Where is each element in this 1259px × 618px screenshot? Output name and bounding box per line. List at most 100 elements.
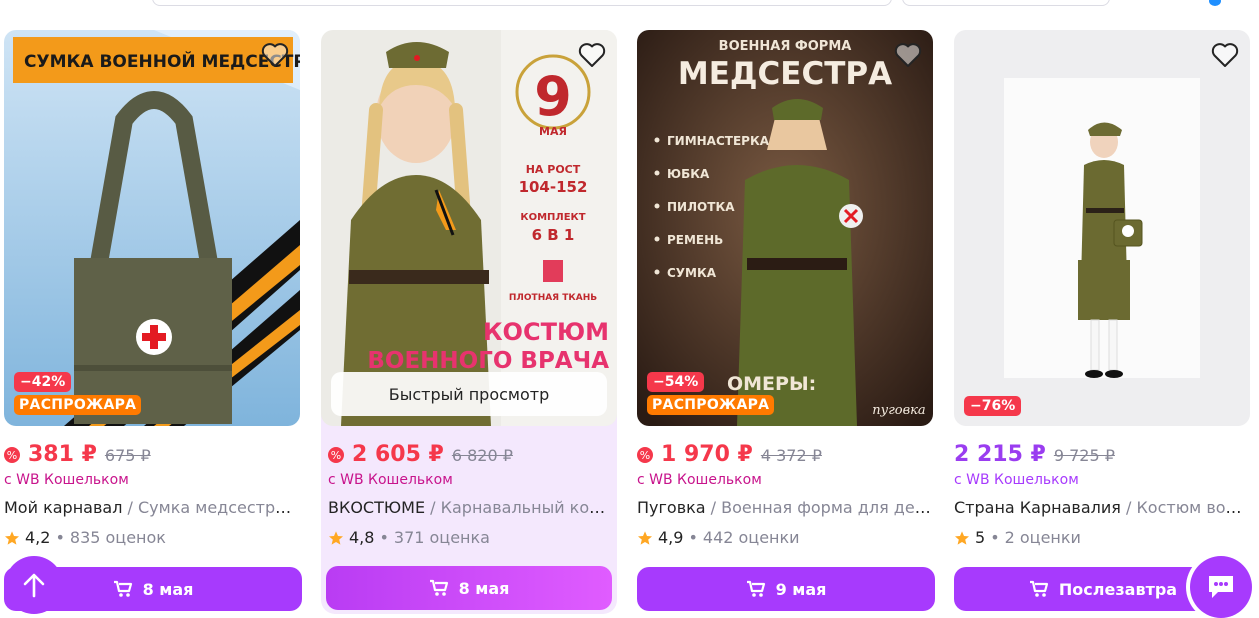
headline-line-2: ВОЕННОГО ВРАЧА bbox=[367, 348, 609, 374]
chat-button[interactable] bbox=[1190, 556, 1252, 618]
rating-row: 4,9 • 442 оценки bbox=[637, 528, 800, 547]
add-to-favorites-button[interactable] bbox=[893, 40, 923, 70]
product-photo-bag: СУМКА ВОЕННОЙ МЕДСЕСТРЫ bbox=[4, 30, 300, 426]
photo-caption: СУМКА ВОЕННОЙ МЕДСЕСТРЫ bbox=[24, 50, 300, 72]
star-icon bbox=[5, 530, 19, 545]
add-to-cart-button[interactable]: 8 мая bbox=[326, 566, 612, 610]
wallet-note: с WB Кошельком bbox=[637, 472, 762, 488]
wb-wallet-icon: % bbox=[328, 446, 344, 463]
product-photo[interactable]: −76% bbox=[954, 30, 1250, 426]
heart-outline-icon bbox=[578, 43, 606, 67]
sale-badge: РАСПРОЖАРА bbox=[14, 395, 142, 415]
rating-value: 4,8 bbox=[349, 528, 375, 547]
photo-partial-text: ОМЕРЫ: bbox=[727, 373, 816, 395]
product-title[interactable]: Страна Карнавалия / Костюм военной медсе… bbox=[954, 498, 1250, 517]
photo-headline: МЕДСЕСТРА bbox=[678, 56, 892, 92]
discount-badge: −42% bbox=[14, 372, 72, 392]
product-photo-uniform: ВОЕННАЯ ФОРМА МЕДСЕСТРА ГИМНАСТЕРКА ЮБКА… bbox=[637, 30, 933, 426]
add-to-favorites-button[interactable] bbox=[1210, 40, 1240, 70]
chat-icon bbox=[1209, 576, 1233, 598]
price: 1 970 ₽ bbox=[661, 442, 753, 467]
product-card[interactable]: 9 МАЯ НА РОСТ 104-152 КОМПЛЕКТ 6 В 1 ПЛО… bbox=[321, 30, 617, 614]
product-photo-girl-costume bbox=[954, 30, 1250, 426]
product-title[interactable]: Пуговка / Военная форма для девочки bbox=[637, 498, 933, 517]
list-item: ЮБКА bbox=[667, 167, 710, 181]
rating-value: 4,9 bbox=[658, 528, 684, 547]
wallet-note: с WB Кошельком bbox=[4, 472, 129, 488]
product-photo[interactable]: СУМКА ВОЕННОЙ МЕДСЕСТРЫ −42% РАСПРОЖАРА bbox=[4, 30, 300, 426]
product-name: Костюм военной медсестры bbox=[1136, 498, 1250, 517]
wallet-note: с WB Кошельком bbox=[954, 472, 1079, 488]
product-name: Военная форма для девочки bbox=[721, 498, 933, 517]
wallet-note: с WB Кошельком bbox=[328, 472, 453, 488]
price-row: % 2 605 ₽ 6 820 ₽ bbox=[328, 442, 513, 467]
headline-line-1: КОСТЮМ bbox=[483, 318, 609, 346]
photo-subtitle: ВОЕННАЯ ФОРМА bbox=[719, 39, 852, 54]
delivery-date: Послезавтра bbox=[1058, 579, 1178, 599]
discount-badge: −76% bbox=[964, 396, 1022, 416]
rating-value: 4,2 bbox=[25, 528, 51, 547]
discount-badge: −54% bbox=[647, 372, 705, 392]
product-title[interactable]: Мой карнавал / Сумка медсестры военная bbox=[4, 498, 300, 517]
old-price: 675 ₽ bbox=[104, 446, 151, 465]
old-price: 6 820 ₽ bbox=[451, 446, 513, 465]
set-value: 6 В 1 bbox=[532, 226, 575, 244]
brand-name: ВКОСТЮМЕ bbox=[328, 498, 426, 517]
scroll-to-top-button[interactable] bbox=[5, 556, 63, 614]
add-to-cart-button[interactable]: 9 мая bbox=[637, 567, 935, 611]
product-photo-costume: 9 МАЯ НА РОСТ 104-152 КОМПЛЕКТ 6 В 1 ПЛО… bbox=[321, 30, 617, 426]
search-bar[interactable] bbox=[152, 0, 892, 6]
brand-name: Пуговка bbox=[637, 498, 706, 517]
price-row: % 381 ₽ 675 ₽ bbox=[4, 442, 151, 467]
sale-badge: РАСПРОЖАРА bbox=[647, 395, 775, 415]
price: 381 ₽ bbox=[28, 442, 97, 467]
brand-name: Мой карнавал bbox=[4, 498, 123, 517]
heart-outline-icon bbox=[261, 43, 289, 67]
cart-icon bbox=[429, 579, 448, 596]
wb-wallet-icon: % bbox=[4, 446, 20, 463]
price-row: % 1 970 ₽ 4 372 ₽ bbox=[637, 442, 822, 467]
product-card[interactable]: −76% 2 215 ₽ 9 725 ₽ с WB Кошельком Стра… bbox=[954, 30, 1254, 614]
emblem-month: МАЯ bbox=[539, 125, 567, 138]
fabric-note: ПЛОТНАЯ ТКАНЬ bbox=[509, 293, 597, 303]
add-to-favorites-button[interactable] bbox=[260, 40, 290, 70]
rating-row: 4,2 • 835 оценок bbox=[4, 528, 166, 547]
svg-text:%: % bbox=[7, 449, 17, 462]
quick-view-button[interactable]: Быстрый просмотр bbox=[331, 372, 607, 416]
star-icon bbox=[955, 530, 969, 545]
product-title[interactable]: ВКОСТЮМЕ / Карнавальный костюм bbox=[328, 498, 612, 517]
list-item: ГИМНАСТЕРКА bbox=[667, 134, 770, 148]
svg-text:%: % bbox=[331, 449, 341, 462]
arrow-up-icon bbox=[23, 573, 45, 598]
cart-icon bbox=[746, 580, 765, 597]
heart-outline-icon bbox=[1211, 43, 1239, 67]
delivery-date: 8 мая bbox=[458, 578, 510, 598]
product-photo[interactable]: ВОЕННАЯ ФОРМА МЕДСЕСТРА ГИМНАСТЕРКА ЮБКА… bbox=[637, 30, 933, 426]
old-price: 9 725 ₽ bbox=[1053, 446, 1115, 465]
price: 2 605 ₽ bbox=[352, 442, 444, 467]
wb-wallet-icon: % bbox=[637, 446, 653, 463]
product-name: Карнавальный костюм bbox=[440, 498, 612, 517]
set-label: КОМПЛЕКТ bbox=[520, 212, 585, 223]
price-row: 2 215 ₽ 9 725 ₽ bbox=[954, 442, 1115, 467]
product-photo[interactable]: 9 МАЯ НА РОСТ 104-152 КОМПЛЕКТ 6 В 1 ПЛО… bbox=[321, 30, 617, 426]
brand-name: Страна Карнавалия bbox=[954, 498, 1121, 517]
emblem-day: 9 bbox=[534, 65, 572, 128]
product-name: Сумка медсестры военная bbox=[138, 498, 300, 517]
reviews-count: 442 оценки bbox=[702, 528, 800, 547]
rating-row: 5 • 2 оценки bbox=[954, 528, 1081, 547]
header-select[interactable] bbox=[902, 0, 1110, 6]
heart-outline-icon bbox=[894, 43, 922, 67]
cart-icon bbox=[1029, 580, 1049, 597]
list-item: ПИЛОТКА bbox=[667, 200, 735, 214]
height-value: 104-152 bbox=[519, 178, 588, 196]
product-card[interactable]: ВОЕННАЯ ФОРМА МЕДСЕСТРА ГИМНАСТЕРКА ЮБКА… bbox=[637, 30, 937, 614]
add-to-favorites-button[interactable] bbox=[577, 40, 607, 70]
list-item: РЕМЕНЬ bbox=[667, 233, 723, 247]
product-card[interactable]: СУМКА ВОЕННОЙ МЕДСЕСТРЫ −42% РАСПРОЖАРА … bbox=[4, 30, 304, 614]
list-item: СУМКА bbox=[667, 266, 717, 280]
reviews-count: 371 оценка bbox=[393, 528, 490, 547]
delivery-date: 9 мая bbox=[775, 579, 827, 599]
star-icon bbox=[329, 530, 343, 545]
rating-row: 4,8 • 371 оценка bbox=[328, 528, 490, 547]
